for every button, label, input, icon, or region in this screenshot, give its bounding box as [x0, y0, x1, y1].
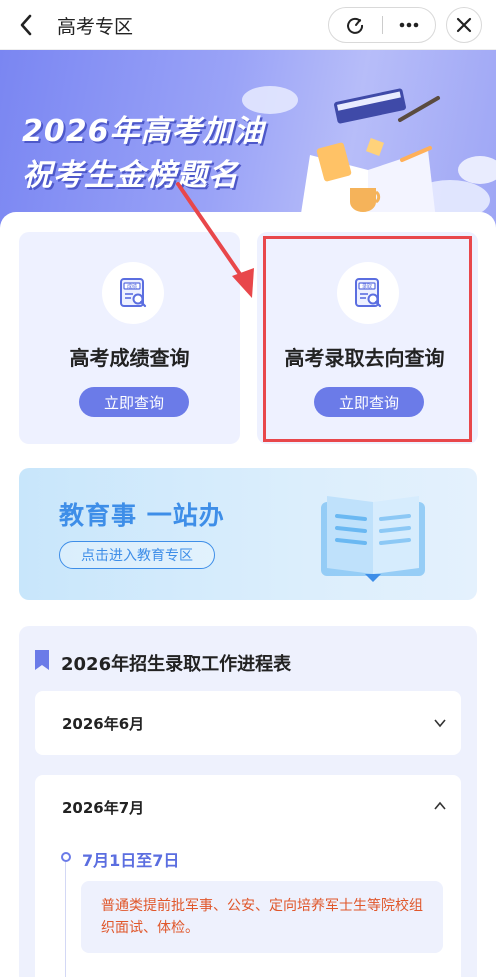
admission-progress-panel: 2026年招生录取工作进程表 2026年6月 2026年7月 7月1日至7日 普… — [19, 626, 477, 977]
page-title: 高考专区 — [57, 16, 134, 38]
score-document-icon: 成绩 — [102, 262, 164, 324]
timeline-dot — [61, 852, 71, 862]
month-row-july[interactable]: 2026年7月 7月1日至7日 普通类提前批军事、公安、定向培养军士生等院校组织… — [35, 775, 461, 977]
admission-query-button[interactable]: 立即查询 — [314, 387, 424, 417]
month-label: 2026年7月 — [62, 799, 145, 817]
bookmark-icon — [35, 650, 49, 670]
admission-document-icon: 录取 — [337, 262, 399, 324]
refresh-icon[interactable] — [329, 8, 382, 42]
admission-query-card[interactable]: 录取 高考录取去向查询 立即查询 — [257, 232, 478, 444]
timeline-line — [65, 862, 66, 977]
event-date: 7月1日至7日 — [82, 851, 180, 870]
month-label: 2026年6月 — [62, 715, 145, 733]
back-icon[interactable] — [12, 11, 40, 39]
chevron-up-icon[interactable] — [433, 799, 447, 813]
svg-text:录取: 录取 — [362, 283, 372, 290]
open-book-icon — [321, 496, 425, 582]
top-nav-bar: 高考专区 — [0, 0, 496, 50]
month-row-june[interactable]: 2026年6月 — [35, 691, 461, 755]
chevron-down-icon[interactable] — [433, 716, 447, 730]
menu-capsule — [328, 7, 436, 43]
progress-title: 2026年招生录取工作进程表 — [61, 654, 292, 675]
banner-book-illustration — [242, 86, 496, 228]
close-icon[interactable] — [446, 7, 482, 43]
svg-text:成绩: 成绩 — [127, 283, 137, 290]
red-arrow-annotation — [176, 182, 254, 298]
enter-education-button[interactable]: 点击进入教育专区 — [59, 541, 215, 569]
banner-title-line1: 2026年高考加油 — [22, 114, 265, 149]
education-banner[interactable]: 教育事 一站办 点击进入教育专区 — [19, 468, 477, 600]
score-query-button[interactable]: 立即查询 — [79, 387, 189, 417]
admission-query-title: 高考录取去向查询 — [284, 346, 445, 370]
more-icon[interactable] — [382, 8, 435, 42]
score-query-title: 高考成绩查询 — [69, 346, 190, 370]
event-description: 普通类提前批军事、公安、定向培养军士生等院校组织面试、体检。 — [81, 881, 443, 953]
education-title: 教育事 一站办 — [59, 501, 225, 530]
